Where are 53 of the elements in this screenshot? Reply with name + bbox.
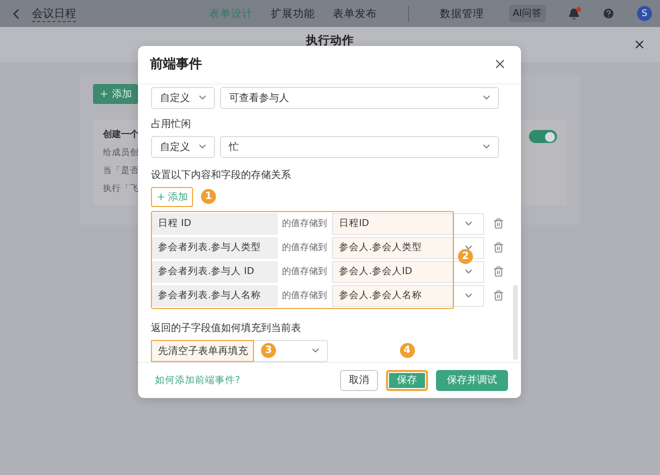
help-link[interactable]: 如何添加前端事件? <box>155 374 240 387</box>
fill-select[interactable]: 先清空子表单再填充 3 <box>151 340 328 362</box>
value-select[interactable]: 可查看参与人 <box>220 86 499 109</box>
nav-tab[interactable]: 扩展功能 <box>266 6 320 20</box>
source-field: 参会者列表.参与人类型 <box>152 236 278 259</box>
card-text: 执行「飞 <box>103 183 140 195</box>
primary-button[interactable]: 保存并调试 <box>436 370 508 391</box>
nav-tab[interactable]: 表单发布 <box>328 6 382 20</box>
source-field: 日程 ID <box>152 212 278 235</box>
target-select[interactable]: 参会人.参会人名称 <box>332 284 453 307</box>
card-title: 创建一个 <box>103 128 140 141</box>
relation-text: 的值存储到 <box>282 290 328 302</box>
value-select[interactable]: 忙 <box>220 136 499 158</box>
ai-button[interactable]: AI问答 <box>508 5 546 22</box>
dropdown-toggle[interactable] <box>454 284 484 307</box>
avatar[interactable]: S <box>637 6 652 21</box>
mode-select[interactable]: 自定义 <box>151 86 215 109</box>
plus-icon <box>156 192 166 202</box>
section-label: 返回的子字段值如何填充到当前表 <box>151 322 302 335</box>
relation-text: 的值存储到 <box>282 218 328 230</box>
bell-icon[interactable] <box>568 8 580 20</box>
app-title: 会议日程 <box>32 6 76 22</box>
mode-select[interactable]: 自定义 <box>151 136 215 158</box>
trash-icon[interactable] <box>493 242 504 254</box>
source-field: 参会者列表.参与人名称 <box>152 284 278 307</box>
help-icon[interactable] <box>602 7 615 20</box>
panel-title: 执行动作 <box>306 33 354 48</box>
step-marker: 4 <box>400 342 414 358</box>
add-button[interactable]: 添加 <box>151 186 193 207</box>
step-marker: 1 <box>201 189 216 204</box>
close-icon[interactable] <box>633 38 646 51</box>
dropdown-toggle[interactable] <box>454 212 484 235</box>
step-marker: 2 <box>458 248 473 264</box>
cancel-button[interactable]: 取消 <box>340 370 378 391</box>
trash-icon[interactable] <box>493 290 504 302</box>
plus-icon <box>99 89 109 99</box>
target-select[interactable]: 日程ID <box>332 212 453 235</box>
section-label: 设置以下内容和字段的存储关系 <box>151 168 292 182</box>
add-button[interactable]: 添加 <box>93 84 138 104</box>
relation-text: 的值存储到 <box>282 266 328 278</box>
source-field: 参会者列表.参与人 ID <box>152 260 278 283</box>
step-marker: 3 <box>261 343 276 358</box>
card-text: 当「是否 <box>103 165 140 177</box>
dialog-title: 前端事件 <box>150 56 202 74</box>
card-text: 给成员创 <box>103 147 140 159</box>
target-select[interactable]: 参会人.参会人类型 <box>332 236 453 259</box>
nav-tab[interactable]: 数据管理 <box>435 6 489 20</box>
relation-text: 的值存储到 <box>282 242 328 254</box>
toggle-switch[interactable] <box>529 130 557 143</box>
target-select[interactable]: 参会人.参会人ID <box>332 260 453 283</box>
trash-icon[interactable] <box>493 266 504 278</box>
field-label: 占用忙闲 <box>151 118 192 131</box>
trash-icon[interactable] <box>493 218 504 230</box>
